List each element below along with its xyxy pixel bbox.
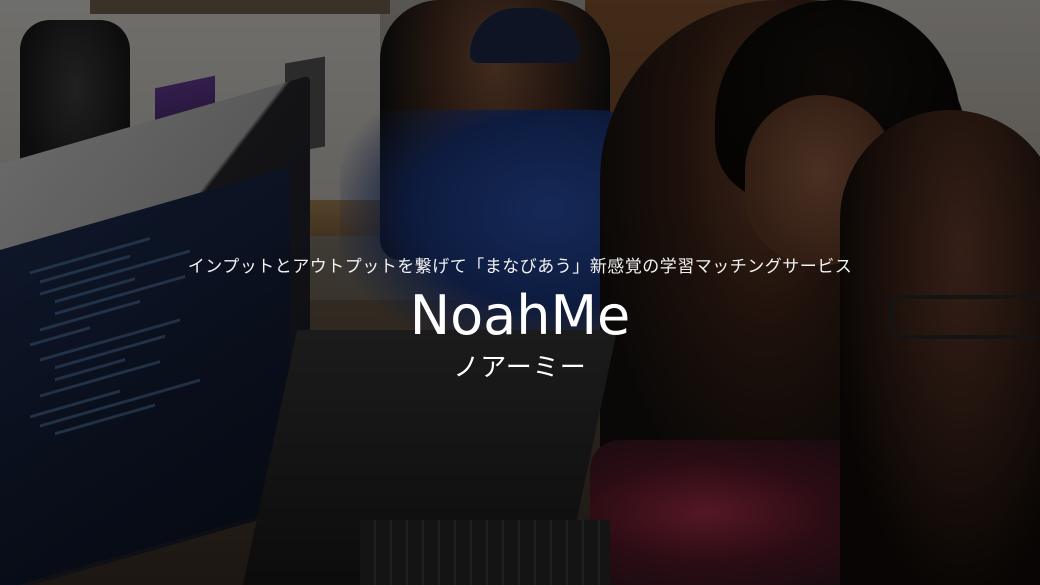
hero-tagline: インプットとアウトプットを繋げて「まなびあう」新感覚の学習マッチングサービス: [187, 257, 853, 277]
brand-name: NoahMe: [409, 284, 631, 347]
brand-reading: ノアーミー: [453, 353, 587, 383]
hero-copy: インプットとアウトプットを繋げて「まなびあう」新感覚の学習マッチングサービス N…: [0, 0, 1040, 585]
hero-section: インプットとアウトプットを繋げて「まなびあう」新感覚の学習マッチングサービス N…: [0, 0, 1040, 585]
